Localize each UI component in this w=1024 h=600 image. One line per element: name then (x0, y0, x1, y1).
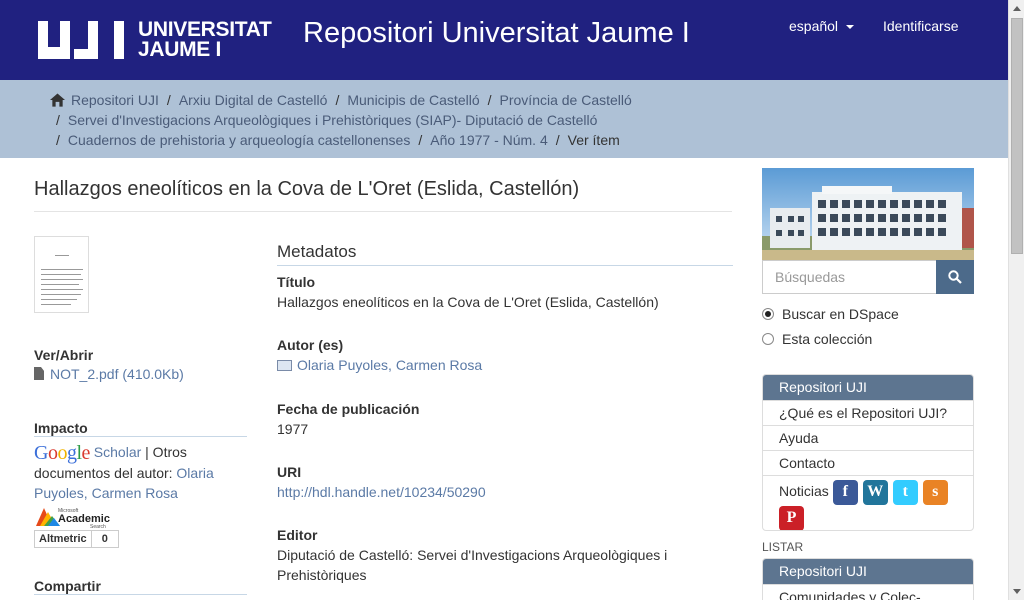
share-heading: Compartir (34, 578, 101, 594)
field-author: Autor (es) Olaria Puyoles, Carmen Rosa (277, 335, 733, 375)
panel-item-communities[interactable]: Comunidades y Colec- (763, 584, 973, 600)
author-profile-icon (277, 360, 292, 371)
title-divider (34, 211, 732, 212)
panel-item-news: Noticias f W t s P (763, 475, 973, 530)
item-title: Hallazgos eneolíticos en la Cova de L'Or… (34, 178, 580, 200)
altmetric-score: 0 (91, 530, 119, 548)
google-scholar-link[interactable]: Scholar (94, 444, 141, 460)
field-value: 1977 (277, 421, 309, 437)
field-label: URI (277, 464, 302, 480)
share-divider (34, 594, 247, 595)
caret-down-icon (845, 25, 854, 29)
scroll-up-button[interactable] (1009, 0, 1024, 17)
repositori-panel: Repositori UJI ¿Qué es el Repositori UJI… (762, 374, 974, 531)
slideshare-icon[interactable]: s (922, 479, 948, 505)
radio-selected[interactable] (762, 308, 774, 320)
campus-photo (762, 168, 974, 260)
home-icon[interactable] (50, 93, 65, 107)
wordpress-icon[interactable]: W (862, 479, 888, 505)
radio-label: Esta colección (782, 331, 873, 347)
academic-search-badge[interactable]: Microsoft Academic Search (34, 506, 110, 530)
logo-text-line2: JAUME I (138, 38, 222, 61)
facebook-icon[interactable]: f (832, 479, 858, 505)
breadcrumb-link-anio[interactable]: Año 1977 - Núm. 4 (430, 132, 548, 148)
breadcrumb-link-arxiu[interactable]: Arxiu Digital de Castelló (179, 92, 328, 108)
field-value: Diputació de Castelló: Servei d'Investig… (277, 547, 668, 583)
radio-unselected[interactable] (762, 333, 774, 345)
breadcrumb-link-repositori[interactable]: Repositori UJI (71, 92, 159, 108)
file-icon (34, 367, 44, 380)
language-dropdown[interactable]: español (789, 18, 854, 34)
view-open-heading: Ver/Abrir (34, 347, 94, 363)
field-title: Título Hallazgos eneolíticos en la Cova … (277, 272, 733, 312)
panel-heading[interactable]: Repositori UJI (763, 375, 973, 400)
site-header: UNIVERSITAT JAUME I Repositori Universit… (0, 0, 1008, 80)
document-thumbnail[interactable] (34, 236, 89, 313)
radio-search-collection[interactable]: Esta colección (762, 331, 872, 347)
breadcrumb-link-siap[interactable]: Servei d'Investigacions Arqueològiques i… (68, 112, 598, 128)
author-link[interactable]: Olaria Puyoles, Carmen Rosa (297, 357, 482, 373)
radio-label: Buscar en DSpace (782, 306, 899, 322)
field-label: Editor (277, 527, 318, 543)
field-date: Fecha de publicación 1977 (277, 399, 733, 439)
logo-text-line1: UNIVERSITAT (138, 18, 272, 41)
breadcrumb-link-municipis[interactable]: Municipis de Castelló (347, 92, 479, 108)
breadcrumb-current: Ver ítem (567, 132, 620, 148)
altmetric-badge[interactable]: Altmetric 0 (34, 530, 119, 548)
panel-item-contact[interactable]: Contacto (763, 450, 973, 475)
site-title[interactable]: Repositori Universitat Jaume I (303, 14, 690, 52)
scroll-thumb[interactable] (1011, 18, 1023, 254)
field-uri: URI http://hdl.handle.net/10234/50290 (277, 462, 733, 502)
google-logo[interactable]: Google (34, 442, 90, 464)
field-editor: Editor Diputació de Castelló: Servei d'I… (277, 525, 733, 585)
breadcrumb: Repositori UJI / Arxiu Digital de Castelló… (0, 80, 1008, 158)
impact-block: Google Scholar | Otros documentos del au… (34, 442, 247, 503)
search-input[interactable]: Búsquedas (762, 260, 936, 294)
breadcrumb-link-provincia[interactable]: Província de Castelló (500, 92, 632, 108)
language-label: español (789, 18, 839, 34)
panel-item-about[interactable]: ¿Qué es el Repositori UJI? (763, 400, 973, 425)
uji-logo-mark (38, 21, 128, 59)
search-icon (948, 270, 962, 284)
panel-heading[interactable]: Repositori UJI (763, 559, 973, 584)
pdf-download-link[interactable]: NOT_2.pdf (410.0Kb) (50, 366, 184, 382)
breadcrumb-link-cuadernos[interactable]: Cuadernos de prehistoria y arqueología c… (68, 132, 410, 148)
pinterest-icon[interactable]: P (779, 505, 804, 530)
twitter-icon[interactable]: t (892, 479, 918, 505)
radio-search-dspace[interactable]: Buscar en DSpace (762, 306, 899, 322)
field-value: Hallazgos eneolíticos en la Cova de L'Or… (277, 294, 659, 310)
metadata-section: Metadatos (277, 242, 733, 266)
panel-item-help[interactable]: Ayuda (763, 425, 973, 450)
vertical-scrollbar[interactable] (1008, 0, 1024, 600)
browse-heading: LISTAR (762, 540, 804, 554)
metadata-divider (277, 265, 733, 266)
metadata-heading: Metadatos (277, 242, 357, 261)
uji-logo[interactable]: UNIVERSITAT JAUME I (38, 18, 272, 61)
file-row: NOT_2.pdf (410.0Kb) (34, 366, 184, 382)
field-label: Fecha de publicación (277, 401, 420, 417)
impact-heading: Impacto (34, 420, 88, 436)
browse-panel: Repositori UJI Comunidades y Colec- (762, 558, 974, 600)
field-label: Título (277, 274, 316, 290)
search-button[interactable] (936, 260, 974, 294)
news-label[interactable]: Noticias (779, 483, 829, 499)
scroll-down-button[interactable] (1009, 583, 1024, 600)
impact-divider (34, 436, 247, 437)
handle-uri-link[interactable]: http://hdl.handle.net/10234/50290 (277, 484, 486, 500)
field-label: Autor (es) (277, 337, 344, 353)
login-link[interactable]: Identificarse (883, 18, 958, 34)
altmetric-label: Altmetric (34, 530, 92, 548)
